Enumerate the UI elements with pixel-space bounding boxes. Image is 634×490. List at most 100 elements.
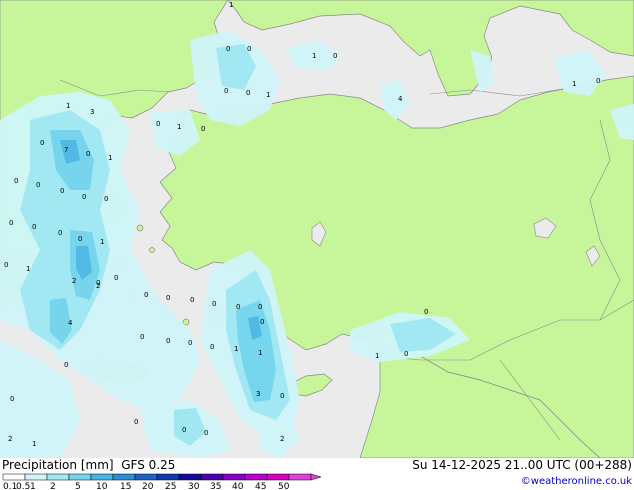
legend-label: 30	[188, 482, 200, 490]
precip-value: 1	[108, 154, 112, 162]
legend-swatch	[2, 473, 26, 481]
precip-value: 0	[226, 45, 230, 53]
legend-swatch	[266, 473, 290, 481]
precip-value: 0	[144, 291, 148, 299]
precip-value: 0	[134, 418, 138, 426]
legend-label: 50	[278, 482, 290, 490]
precip-value: 0	[10, 395, 14, 403]
precip-value: 1	[66, 102, 70, 110]
precip-value: 0	[260, 318, 264, 326]
precip-value: 0	[247, 45, 251, 53]
precip-value: 0	[114, 274, 118, 282]
legend-label: 5	[75, 482, 81, 490]
precip-value: 0	[86, 150, 90, 158]
precip-value: 0	[82, 193, 86, 201]
precip-value: 0	[64, 361, 68, 369]
precip-value: 0	[78, 235, 82, 243]
legend-swatches	[2, 473, 322, 481]
precip-value: 0	[210, 343, 214, 351]
legend-label: 45	[255, 482, 266, 490]
precip-value: 2	[8, 435, 12, 443]
legend-label: 20	[142, 482, 154, 490]
legend-swatch	[244, 473, 268, 481]
legend-swatch	[156, 473, 180, 481]
weather-map-figure: 1001010410000113701000000100000100220000…	[0, 0, 634, 490]
legend-label: 35	[210, 482, 221, 490]
precip-value: 1	[312, 52, 316, 60]
precip-value: 0	[9, 219, 13, 227]
legend-label: 1	[30, 482, 36, 490]
precip-value: 1	[100, 238, 104, 246]
precip-value: 1	[234, 345, 238, 353]
precip-value: 0	[104, 195, 108, 203]
precip-value: 0	[40, 139, 44, 147]
bottom-bar: Precipitation [mm] GFS 0.25 Su 14-12-202…	[0, 458, 634, 490]
precip-value: 0	[246, 89, 250, 97]
legend-label: 0.5	[16, 482, 30, 490]
precip-value: 0	[182, 426, 186, 434]
precip-value: 2	[96, 282, 100, 290]
precip-value: 0	[201, 125, 205, 133]
precip-value: 1	[375, 352, 379, 360]
precip-value: 0	[280, 392, 284, 400]
precip-value: 1	[177, 123, 181, 131]
precip-value: 0	[188, 339, 192, 347]
legend-label: 25	[165, 482, 176, 490]
precip-value: 0	[236, 303, 240, 311]
precip-value: 4	[398, 95, 403, 103]
precip-value: 0	[32, 223, 36, 231]
precip-value: 0	[190, 296, 194, 304]
precip-value: 0	[333, 52, 337, 60]
legend-label: 10	[96, 482, 108, 490]
precip-value: 2	[280, 435, 284, 443]
precip-value: 4	[68, 319, 73, 327]
precip-value: 0	[404, 350, 408, 358]
credit-link[interactable]: ©weatheronline.co.uk	[521, 476, 632, 487]
precip-value: 0	[166, 294, 170, 302]
legend-swatch	[222, 473, 246, 481]
precip-value: 0	[212, 300, 216, 308]
precip-value: 0	[4, 261, 8, 269]
legend-swatch	[112, 473, 136, 481]
legend-swatch	[24, 473, 48, 481]
legend-swatch	[288, 473, 312, 481]
precip-value: 0	[58, 229, 62, 237]
precip-value: 1	[229, 1, 233, 9]
precip-value: 1	[26, 265, 30, 273]
precip-value: 1	[266, 91, 270, 99]
color-legend: 0.10.5 1 2 5 10 15 20 25 30 35 40 45 50	[2, 473, 322, 490]
legend-label: 2	[50, 482, 56, 490]
precip-value: 7	[64, 146, 68, 154]
valid-time: Su 14-12-2025 21..00 UTC (00+288)	[412, 458, 632, 472]
precip-value: 3	[90, 108, 94, 116]
land-island	[136, 224, 144, 232]
legend-swatch	[178, 473, 202, 481]
legend-swatch	[46, 473, 70, 481]
precipitation-map: 1 0 0 1 0 1 0 4 1 0 0 0 0 1 1 3 7 0 1 0 0 0 0 0 0 1 0 0 0 0 0 1 0 0 2 2 0 0 0 0…	[0, 0, 634, 458]
legend-swatch	[90, 473, 114, 481]
precip-value: 0	[258, 303, 262, 311]
precip-value: 1	[258, 349, 262, 357]
land-island	[149, 247, 155, 253]
precip-value: 0	[166, 337, 170, 345]
precip-value: 0	[14, 177, 18, 185]
precip-value: 0	[596, 77, 600, 85]
legend-label: 15	[120, 482, 131, 490]
legend-swatch	[200, 473, 224, 481]
legend-arrow	[310, 473, 322, 481]
precip-value: 0	[60, 187, 64, 195]
legend-labels: 0.10.5 1 2 5 10 15 20 25 30 35 40 45 50	[3, 482, 290, 490]
legend-swatch	[68, 473, 92, 481]
precip-value: 3	[256, 390, 260, 398]
precip-value: 0	[36, 181, 40, 189]
legend-label: 40	[232, 482, 244, 490]
precip-value: 0	[424, 308, 428, 316]
precip-value: 2	[72, 277, 76, 285]
legend-swatch	[134, 473, 158, 481]
precip-value: 1	[32, 440, 36, 448]
precip-value: 0	[156, 120, 160, 128]
precip-value: 0	[224, 87, 228, 95]
precip-value: 0	[204, 429, 208, 437]
precip-value: 0	[140, 333, 144, 341]
precip-value: 1	[572, 80, 576, 88]
